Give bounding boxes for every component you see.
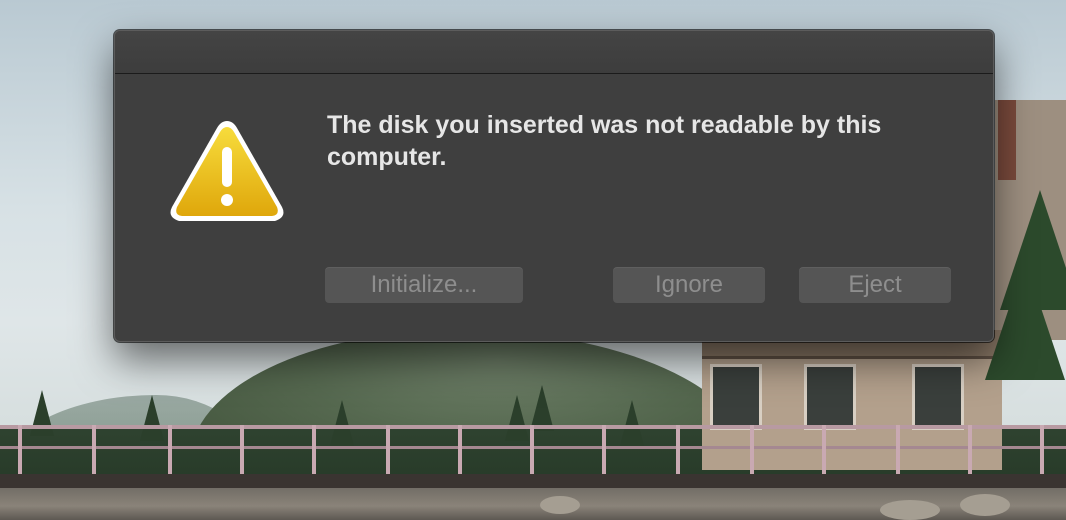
wallpaper-tree xyxy=(30,390,54,436)
wallpaper-chimney xyxy=(998,100,1016,180)
house-window xyxy=(912,364,964,430)
wallpaper-tree xyxy=(330,400,354,446)
wallpaper-pine xyxy=(1000,190,1066,310)
bridge-post xyxy=(386,425,390,475)
bridge-post xyxy=(92,425,96,475)
bridge-post xyxy=(602,425,606,475)
bridge-post xyxy=(240,425,244,475)
wallpaper-rock xyxy=(960,494,1010,516)
ignore-button[interactable]: Ignore xyxy=(613,267,765,303)
eject-button[interactable]: Eject xyxy=(799,267,951,303)
disk-alert-dialog: The disk you inserted was not readable b… xyxy=(114,30,994,342)
bridge-post xyxy=(18,425,22,475)
warning-triangle-icon xyxy=(167,117,287,225)
bridge-post xyxy=(968,425,972,475)
bridge-post xyxy=(676,425,680,475)
wallpaper-tree xyxy=(505,395,529,441)
bridge-post xyxy=(312,425,316,475)
bridge-post xyxy=(822,425,826,475)
wallpaper-house xyxy=(702,330,1002,470)
house-window xyxy=(804,364,856,430)
bridge-post xyxy=(530,425,534,475)
wallpaper-rock xyxy=(880,500,940,520)
wallpaper-tree xyxy=(140,395,164,441)
bridge-post xyxy=(1040,425,1044,475)
dialog-titlebar[interactable] xyxy=(115,31,993,74)
bridge-deck xyxy=(0,474,1066,488)
wallpaper-tree xyxy=(620,400,644,446)
bridge-post xyxy=(458,425,462,475)
house-window xyxy=(710,364,762,430)
bridge-post xyxy=(750,425,754,475)
bridge-post xyxy=(896,425,900,475)
alert-message: The disk you inserted was not readable b… xyxy=(327,111,882,171)
wallpaper-rock xyxy=(540,496,580,514)
bridge-post xyxy=(168,425,172,475)
initialize-button[interactable]: Initialize... xyxy=(325,267,523,303)
